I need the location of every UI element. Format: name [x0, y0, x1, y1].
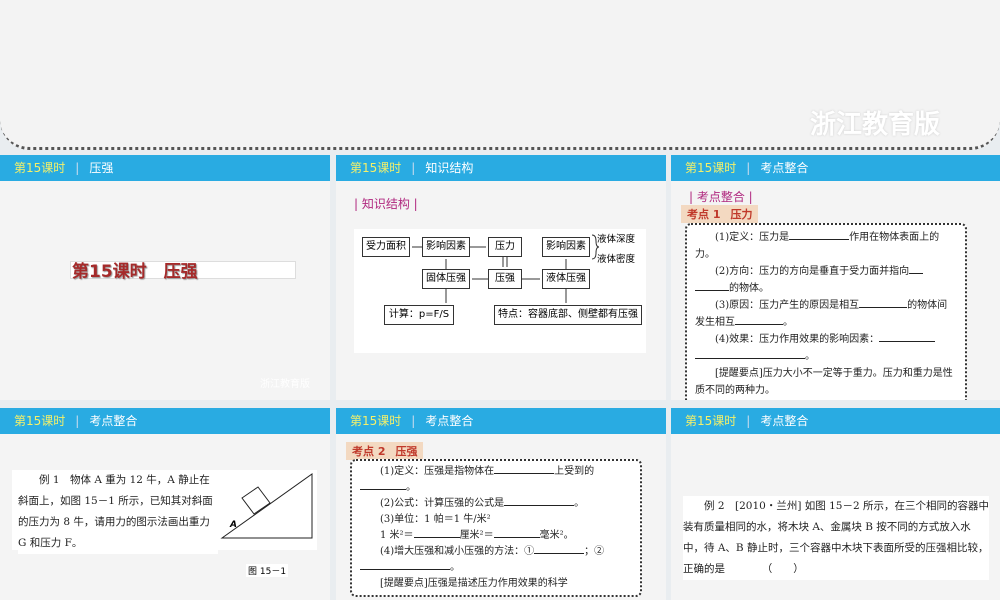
- text-line: (2)方向：压力的方向是垂直于受力面并指向: [715, 266, 910, 277]
- text-line: 上受到的: [554, 466, 595, 477]
- reminder-note: [提醒要点]压强是描述压力作用效果的科学: [380, 578, 568, 589]
- lesson-number: 第15课时: [685, 161, 737, 175]
- text-line: (4)效果：压力作用效果的影响因素：: [715, 334, 880, 345]
- slide-header: 第15课时 | 压强: [0, 155, 330, 181]
- slide-section-title: 考点整合: [89, 414, 138, 428]
- slide-header: 第15课时 | 考点整合: [671, 155, 1000, 181]
- text-line: 毫米²。: [539, 530, 574, 541]
- figure-caption: 图 15－1: [246, 564, 289, 577]
- separator: |: [746, 414, 751, 428]
- slide-thumbnail-2[interactable]: 第15课时 | 知识结构 | 知识结构 | 受力面积 影响因素 压力 影响因素 液体…: [336, 155, 666, 400]
- slide-section-title: 压强: [89, 161, 114, 175]
- exam-point-badge: 考点 2 压强: [346, 442, 424, 460]
- slide-section-title: 考点整合: [760, 414, 809, 428]
- text-line: 的物体。: [729, 283, 769, 294]
- exam-point-badge: 考点 1 压力: [681, 205, 759, 223]
- text-line: (1)定义：压强是指物体在: [380, 466, 495, 477]
- separator: |: [411, 161, 416, 175]
- example-question: 例 2 [2010・兰州] 如图 15－2 所示，在三个相同的容器中装有质量相同…: [683, 496, 989, 580]
- slide-header: 第15课时 | 考点整合: [0, 408, 330, 434]
- text-line: ；②: [584, 546, 605, 557]
- section-tag: | 考点整合 |: [689, 190, 753, 204]
- slide-section-title: 知识结构: [425, 161, 474, 175]
- slide-thumbnail-1[interactable]: 第15课时 | 压强 第15课时 压强 浙江教育版: [0, 155, 330, 400]
- reminder-note: [提醒要点]压力大小不一定等于重力。压力和重力是性质不同的两种力。: [695, 368, 953, 396]
- slide-header: 第15课时 | 考点整合: [671, 408, 1000, 434]
- publisher-brand: 浙江教育版: [809, 110, 940, 140]
- exam-point-box: (1)定义：压强是指物体在 上受到的 。 (2)公式：计算压强的公式是。 (3)单…: [350, 459, 642, 597]
- diagram-arrows: [412, 234, 600, 303]
- exam-point-box: (1)定义：压力是 作用在物体表面上的力。 (2)方向：压力的方向是垂直于受力面并…: [685, 223, 967, 400]
- text-line: 厘米²＝: [459, 530, 494, 541]
- exam-point-label: 考点 1: [687, 208, 721, 221]
- previous-slide-row[interactable]: 浙江教育版: [0, 0, 1000, 150]
- slide-thumbnail-6[interactable]: 第15课时 | 考点整合 例 2 [2010・兰州] 如图 15－2 所示，在三个相…: [671, 408, 1000, 600]
- separator: |: [411, 414, 416, 428]
- separator: |: [75, 161, 80, 175]
- lesson-number: 第15课时: [14, 161, 66, 175]
- slide-header: 第15课时 | 知识结构: [336, 155, 666, 181]
- text-line: (4)增大压强和减小压强的方法：①: [380, 546, 535, 557]
- example-question: 例 1 物体 A 重为 12 牛，A 静止在斜面上，如图 15－1 所示，已知其…: [18, 470, 218, 554]
- slide-thumbnail-3[interactable]: 第15课时 | 考点整合 | 考点整合 | 考点 1 压力 (1)定义：压力是 作用在物…: [671, 155, 1000, 400]
- lesson-number: 第15课时: [350, 414, 402, 428]
- text-line: 。: [406, 482, 416, 493]
- text-line: (3)单位：1 帕＝1 牛/米²: [380, 514, 491, 525]
- text-line: 。: [783, 317, 793, 328]
- lesson-title: 第15课时 压强: [72, 262, 198, 282]
- separator: |: [746, 161, 751, 175]
- exam-point-title: 压力: [730, 208, 753, 221]
- knowledge-diagram: 受力面积 影响因素 压力 影响因素 液体深度 液体密度 固体压强 压强 液体压强…: [354, 229, 646, 353]
- text-line: 。: [450, 562, 460, 573]
- separator: |: [75, 414, 80, 428]
- lesson-number: 第15课时: [685, 414, 737, 428]
- section-tag: | 知识结构 |: [354, 197, 418, 211]
- incline-figure: [220, 473, 313, 539]
- slide-thumbnail-5[interactable]: 第15课时 | 考点整合 考点 2 压强 (1)定义：压强是指物体在 上受到的 。 (2…: [336, 408, 666, 600]
- slide-brand: 浙江教育版: [260, 379, 310, 390]
- text-line: 。: [574, 498, 585, 509]
- slide-header: 第15课时 | 考点整合: [336, 408, 666, 434]
- lesson-number: 第15课时: [14, 414, 66, 428]
- slide-section-title: 考点整合: [760, 161, 809, 175]
- figure-label: A: [230, 520, 237, 530]
- exam-point-title: 压强: [395, 445, 418, 458]
- text-line: 。: [805, 351, 815, 362]
- slide-section-title: 考点整合: [425, 414, 474, 428]
- exam-point-label: 考点 2: [352, 445, 386, 458]
- text-line: (2)公式：计算压强的公式是: [380, 498, 505, 509]
- text-line: (3)原因：压力产生的原因是相互: [715, 300, 860, 311]
- text-line: (1)定义：压力是: [715, 232, 790, 243]
- slide-thumbnail-4[interactable]: 第15课时 | 考点整合 例 1 物体 A 重为 12 牛，A 静止在斜面上，如图 …: [0, 408, 330, 600]
- text-line: 1 米²＝: [380, 530, 414, 541]
- lesson-number: 第15课时: [350, 161, 402, 175]
